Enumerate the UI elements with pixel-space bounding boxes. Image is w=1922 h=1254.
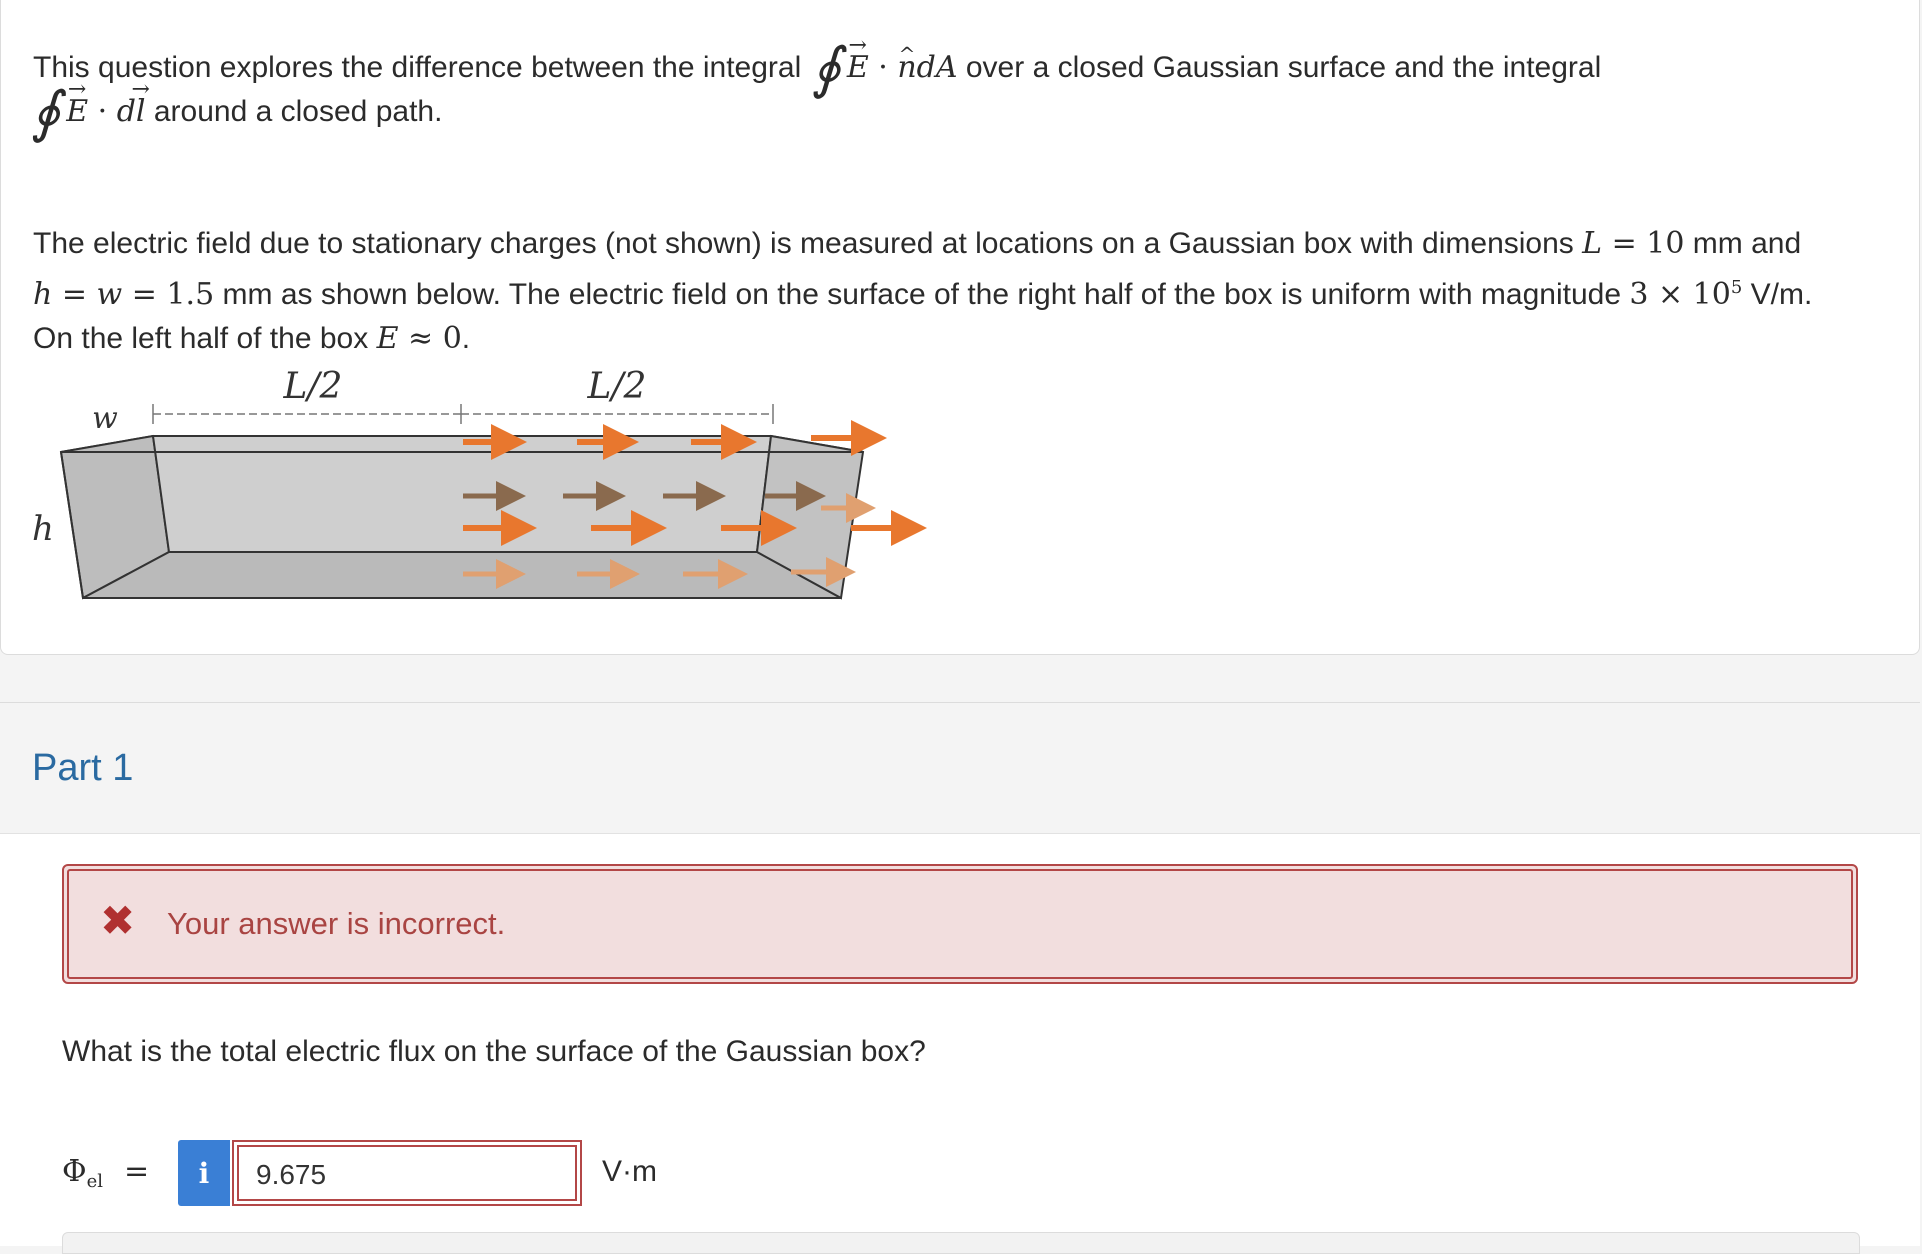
approx-sign: ≈	[398, 321, 443, 356]
var-w: w	[96, 277, 123, 312]
part-title: Part 1	[32, 747, 134, 789]
body-text: The electric field due to stationary cha…	[33, 227, 1574, 260]
intro-text-after: around a closed path.	[153, 95, 443, 128]
dot-operator: ·	[88, 94, 117, 129]
vector-e: E	[66, 90, 88, 134]
next-section-box	[62, 1232, 1860, 1254]
area-element: dA	[916, 50, 958, 85]
phi-subscript: el	[86, 1171, 104, 1192]
equals-sign: =	[52, 277, 97, 312]
x-icon: ✖	[100, 897, 136, 944]
info-button[interactable]: i	[178, 1140, 230, 1206]
part-header: Part 1	[0, 702, 1920, 834]
answer-input-wrapper	[232, 1140, 582, 1206]
var-e: E	[376, 321, 399, 356]
zero-value: 0	[442, 321, 462, 356]
label-w: w	[92, 401, 118, 436]
var-l: L	[1582, 226, 1603, 261]
period: .	[461, 322, 471, 355]
vector-e: E	[847, 46, 869, 90]
answer-symbol: Φel	[62, 1150, 103, 1204]
unit-normal: n	[897, 46, 916, 90]
phi-symbol: Φ	[62, 1154, 87, 1189]
equals-sign: =	[1602, 226, 1647, 261]
answer-units: V·m	[602, 1155, 657, 1188]
field-magnitude-exponent: 5	[1730, 277, 1743, 298]
var-h: h	[33, 277, 53, 312]
info-icon: i	[198, 1156, 210, 1190]
vector-dl: l	[136, 90, 146, 134]
question-prompt: What is the total electric flux on the s…	[62, 1035, 926, 1068]
equals-sign: =	[122, 277, 167, 312]
dot-operator: ·	[868, 50, 898, 85]
contour-integral-symbol: ∮	[31, 80, 61, 146]
contour-integral-symbol: ∮	[811, 36, 841, 102]
gaussian-box-diagram: L/2 L/2 w h	[32, 368, 927, 600]
equals-sign: =	[124, 1154, 150, 1189]
value-l: 10	[1646, 226, 1685, 261]
label-half-left: L/2	[283, 368, 343, 407]
body-text: On the left half of the box	[33, 322, 369, 355]
question-intro: This question explores the difference be…	[31, 36, 1889, 146]
answer-row: Φel = i V·m	[62, 1140, 762, 1208]
body-text: V/m.	[1742, 278, 1813, 311]
question-body: The electric field due to stationary cha…	[33, 222, 1889, 361]
value-h: 1.5	[166, 277, 215, 312]
question-card: This question explores the difference be…	[0, 0, 1920, 655]
intro-text-middle: over a closed Gaussian surface and the i…	[965, 51, 1602, 84]
incorrect-answer-alert: ✖ Your answer is incorrect.	[62, 864, 1858, 984]
answer-input[interactable]	[254, 1154, 558, 1196]
field-magnitude: 3 × 10	[1629, 277, 1731, 312]
label-half-right: L/2	[587, 368, 647, 407]
label-h: h	[32, 509, 54, 549]
alert-message: Your answer is incorrect.	[167, 906, 506, 941]
body-text: mm and	[1684, 227, 1802, 260]
body-text: mm as shown below. The electric field on…	[214, 278, 1622, 311]
